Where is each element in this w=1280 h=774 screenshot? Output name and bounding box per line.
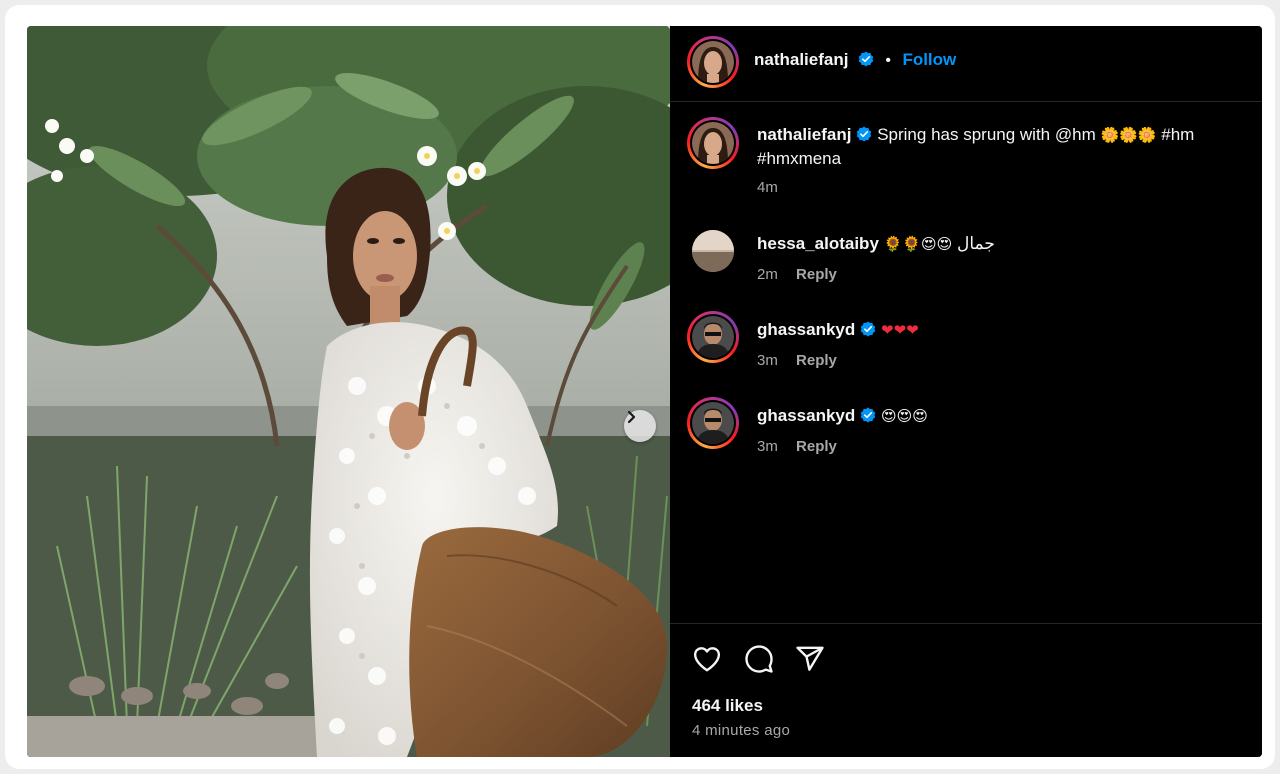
comment-body: جمال [957, 234, 995, 253]
comment-time: 2m [757, 266, 778, 283]
next-photo-button[interactable] [624, 410, 656, 442]
caption-text: nathaliefanj Spring has sprung with @hm … [757, 123, 1247, 171]
verified-badge-icon [861, 407, 876, 423]
comment-username[interactable]: ghassankyd [757, 406, 855, 425]
post-side-panel: nathaliefanj • Follow nathaliefanj Sprin… [670, 26, 1262, 757]
caption-avatar[interactable] [687, 117, 739, 169]
post-footer: 464 likes 4 minutes ago [670, 623, 1262, 757]
avatar-image [692, 41, 734, 83]
avatar-image [692, 402, 734, 444]
avatar-image [692, 122, 734, 164]
heart-icon[interactable] [692, 644, 722, 674]
author-avatar[interactable] [687, 36, 739, 88]
chevron-right-icon [627, 410, 636, 424]
reply-button[interactable]: Reply [796, 266, 837, 283]
verified-badge-icon [857, 126, 872, 142]
page-frame: nathaliefanj • Follow nathaliefanj Sprin… [5, 5, 1275, 769]
comment-text: ghassankyd 😍😍😍 [757, 404, 928, 428]
caption-username[interactable]: nathaliefanj [757, 125, 851, 144]
caption-time: 4m [757, 179, 778, 196]
caption-body: Spring has sprung with @hm [877, 125, 1096, 144]
photo-illustration [27, 26, 670, 757]
post-photo [27, 26, 670, 757]
comment-icon[interactable] [744, 644, 774, 674]
comment-meta: 3m Reply [757, 352, 837, 369]
comment-time: 3m [757, 352, 778, 369]
comment-username[interactable]: hessa_alotaiby [757, 234, 879, 253]
avatar-image [692, 316, 734, 358]
avatar-image [692, 230, 734, 272]
caption-emojis: 🌼🌼🌼 [1100, 126, 1157, 144]
share-icon[interactable] [795, 644, 825, 674]
post-dialog: nathaliefanj • Follow nathaliefanj Sprin… [27, 26, 1262, 757]
comment-emojis: 😍😍😍 [881, 407, 928, 425]
comment-emojis: 🌻🌻😍😍 [883, 235, 953, 253]
comment-meta: 3m Reply [757, 438, 837, 455]
commenter-avatar[interactable] [687, 311, 739, 363]
reply-button[interactable]: Reply [796, 352, 837, 369]
comment-meta: 2m Reply [757, 266, 837, 283]
comment-emojis: ❤❤❤ [881, 321, 919, 339]
comment-text: hessa_alotaiby 🌻🌻😍😍 جمال [757, 232, 995, 256]
caption-hashtag[interactable]: #hm [1161, 125, 1194, 144]
comment-username[interactable]: ghassankyd [757, 320, 855, 339]
reply-button[interactable]: Reply [796, 438, 837, 455]
follow-button[interactable]: Follow [902, 50, 956, 69]
verified-badge-icon [861, 321, 876, 337]
header-user-row: nathaliefanj • Follow [754, 50, 956, 70]
post-header: nathaliefanj • Follow [670, 26, 1262, 102]
likes-count[interactable]: 464 likes [692, 696, 763, 716]
comment-text: ghassankyd ❤❤❤ [757, 318, 919, 342]
commenter-avatar[interactable] [687, 397, 739, 449]
commenter-avatar[interactable] [692, 230, 734, 272]
verified-badge-icon [858, 51, 874, 67]
author-username[interactable]: nathaliefanj [754, 50, 848, 69]
caption-hashtag[interactable]: #hmxmena [757, 149, 841, 168]
comment-time: 3m [757, 438, 778, 455]
post-timestamp: 4 minutes ago [692, 722, 791, 739]
separator-dot: • [885, 52, 891, 69]
